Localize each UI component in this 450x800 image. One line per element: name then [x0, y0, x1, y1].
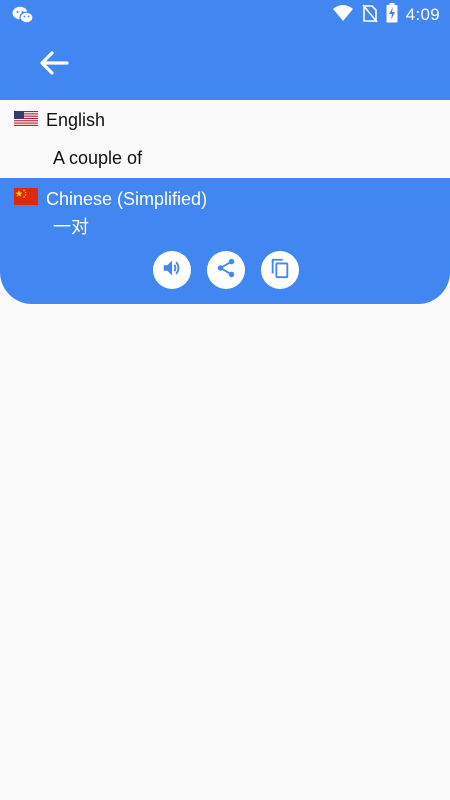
copy-icon [269, 257, 291, 284]
translated-text: 一对 [53, 217, 89, 237]
battery-charging-icon [386, 2, 398, 28]
china-flag-icon [14, 188, 38, 210]
back-button[interactable] [26, 44, 82, 86]
source-language-selector[interactable]: English [14, 110, 105, 131]
arrow-left-icon [39, 50, 69, 80]
status-icons: 4:09 [332, 2, 440, 28]
source-text[interactable]: A couple of [53, 148, 142, 169]
speak-button[interactable] [153, 251, 191, 289]
translation-result-card: Chinese (Simplified) 一对 [0, 178, 450, 304]
result-actions [153, 251, 299, 289]
top-bar: 4:09 [0, 0, 450, 100]
status-bar: 4:09 [0, 0, 450, 30]
copy-button[interactable] [261, 251, 299, 289]
app-bar [0, 30, 450, 100]
no-sim-icon [362, 3, 378, 28]
us-flag-icon [14, 110, 38, 131]
share-icon [215, 257, 237, 284]
target-language-label: Chinese (Simplified) [46, 188, 208, 209]
clock: 4:09 [405, 5, 440, 24]
wifi-icon [332, 4, 354, 27]
target-language-selector[interactable]: Chinese (Simplified) [14, 188, 207, 210]
wechat-icon [12, 6, 34, 24]
source-language-label: English [46, 110, 106, 130]
share-button[interactable] [207, 251, 245, 289]
source-panel: English A couple of [0, 100, 450, 178]
speaker-icon [161, 257, 183, 284]
